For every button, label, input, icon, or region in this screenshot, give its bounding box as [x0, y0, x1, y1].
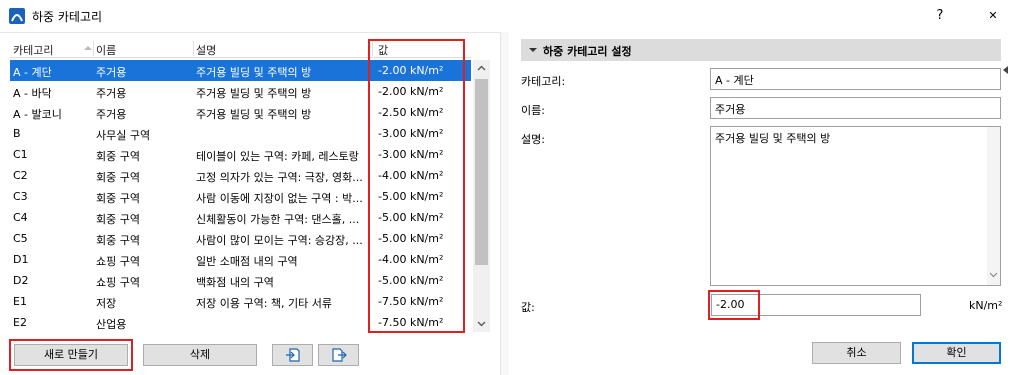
column-header-name[interactable]: 이름 — [96, 42, 116, 58]
description-text: 주거용 빌딩 및 주택의 방 — [715, 132, 831, 145]
column-header-description[interactable]: 설명 — [196, 42, 216, 58]
section-header[interactable]: 하중 카테고리 설정 — [521, 39, 1001, 61]
row-category: C5 — [13, 232, 28, 245]
category-field[interactable]: A - 계단 — [710, 68, 1001, 90]
chevron-down-icon — [529, 48, 537, 52]
row-name: 사무실 구역 — [96, 129, 151, 142]
row-category: D2 — [13, 274, 29, 287]
row-name: 주거용 — [96, 66, 127, 79]
row-name: 쇼핑 구역 — [96, 255, 140, 268]
import-button[interactable] — [272, 344, 313, 366]
row-category: A - 계단 — [13, 66, 52, 79]
scrollbar-thumb[interactable] — [475, 79, 488, 265]
row-name: 주거용 — [96, 108, 127, 121]
row-category: E1 — [13, 295, 27, 308]
row-category: D1 — [13, 253, 29, 266]
row-category: A - 바닥 — [13, 87, 52, 100]
section-title: 하중 카테고리 설정 — [543, 45, 632, 58]
column-separator[interactable] — [93, 41, 94, 56]
row-name: 회중 구역 — [96, 234, 140, 247]
value-input-highlight — [708, 290, 760, 320]
name-field[interactable]: 주거용 — [710, 97, 1001, 119]
import-icon — [285, 348, 300, 362]
row-description: 고정 의자가 있는 구역: 극장, 영화... — [196, 171, 363, 184]
settings-panel: 하중 카테고리 설정 카테고리: A - 계단 이름: 주거용 설명: 주거용 … — [509, 32, 1017, 375]
row-name: 회중 구역 — [96, 192, 140, 205]
export-button[interactable] — [318, 344, 359, 366]
row-name: 회중 구역 — [96, 213, 140, 226]
title-bar: 하중 카테고리 ? ✕ — [0, 0, 1017, 32]
help-button[interactable]: ? — [926, 6, 954, 26]
delete-button[interactable]: 삭제 — [143, 344, 257, 366]
table-scrollbar[interactable] — [473, 60, 490, 332]
row-category: C3 — [13, 190, 28, 203]
scroll-down-icon[interactable] — [473, 315, 490, 332]
value-label: 값: — [521, 301, 535, 314]
row-category: B — [13, 127, 21, 140]
close-button[interactable]: ✕ — [978, 4, 1008, 28]
row-description: 주거용 빌딩 및 주택의 방 — [196, 66, 312, 79]
row-name: 쇼핑 구역 — [96, 276, 140, 289]
row-description: 백화점 내의 구역 — [196, 276, 274, 289]
scroll-down-icon[interactable] — [989, 270, 998, 279]
new-button-highlight — [9, 339, 133, 371]
cancel-button[interactable]: 취소 — [812, 342, 901, 364]
row-description: 일반 소매점 내의 구역 — [196, 255, 298, 268]
value-column-highlight — [368, 39, 465, 333]
row-name: 산업용 — [96, 318, 127, 331]
category-list-panel: 카테고리 이름 설명 값 A - 계단 주거용 주거용 빌딩 및 주택의 방 -2.0… — [0, 32, 500, 375]
export-icon — [331, 348, 347, 362]
description-textarea[interactable]: 주거용 빌딩 및 주택의 방 — [710, 126, 1001, 286]
row-category: C2 — [13, 169, 28, 182]
row-category: A - 발코니 — [13, 108, 62, 121]
value-unit: kN/m² — [969, 299, 1003, 312]
row-category: C1 — [13, 148, 28, 161]
column-header-category[interactable]: 카테고리 — [13, 42, 53, 58]
row-name: 회중 구역 — [96, 171, 140, 184]
panel-divider[interactable] — [500, 32, 1008, 375]
row-name: 주거용 — [96, 87, 127, 100]
column-separator[interactable] — [193, 41, 194, 56]
row-description: 주거용 빌딩 및 주택의 방 — [196, 87, 312, 100]
app-logo-icon — [9, 8, 25, 24]
description-scrollbar[interactable] — [987, 127, 1000, 285]
row-description: 신체활동이 가능한 구역: 댄스홀, ... — [196, 213, 360, 226]
ok-button[interactable]: 확인 — [912, 342, 1001, 364]
row-name: 저장 — [96, 297, 117, 310]
category-label: 카테고리: — [521, 75, 566, 88]
row-category: C4 — [13, 211, 28, 224]
row-description: 사람 이동에 지장이 없는 구역 : 박... — [196, 192, 363, 205]
row-name: 회중 구역 — [96, 150, 140, 163]
row-description: 저장 이용 구역: 책, 기타 서류 — [196, 297, 333, 310]
row-category: E2 — [13, 316, 27, 329]
close-icon: ✕ — [988, 9, 998, 22]
row-description: 테이블이 있는 구역: 카페, 레스토랑 — [196, 150, 359, 163]
scroll-up-icon[interactable] — [473, 60, 490, 77]
row-description: 사람이 많이 모이는 구역: 승강장, ... — [196, 234, 363, 247]
description-label: 설명: — [521, 133, 545, 146]
window-title: 하중 카테고리 — [32, 10, 103, 24]
name-label: 이름: — [521, 104, 545, 117]
row-description: 주거용 빌딩 및 주택의 방 — [196, 108, 312, 121]
